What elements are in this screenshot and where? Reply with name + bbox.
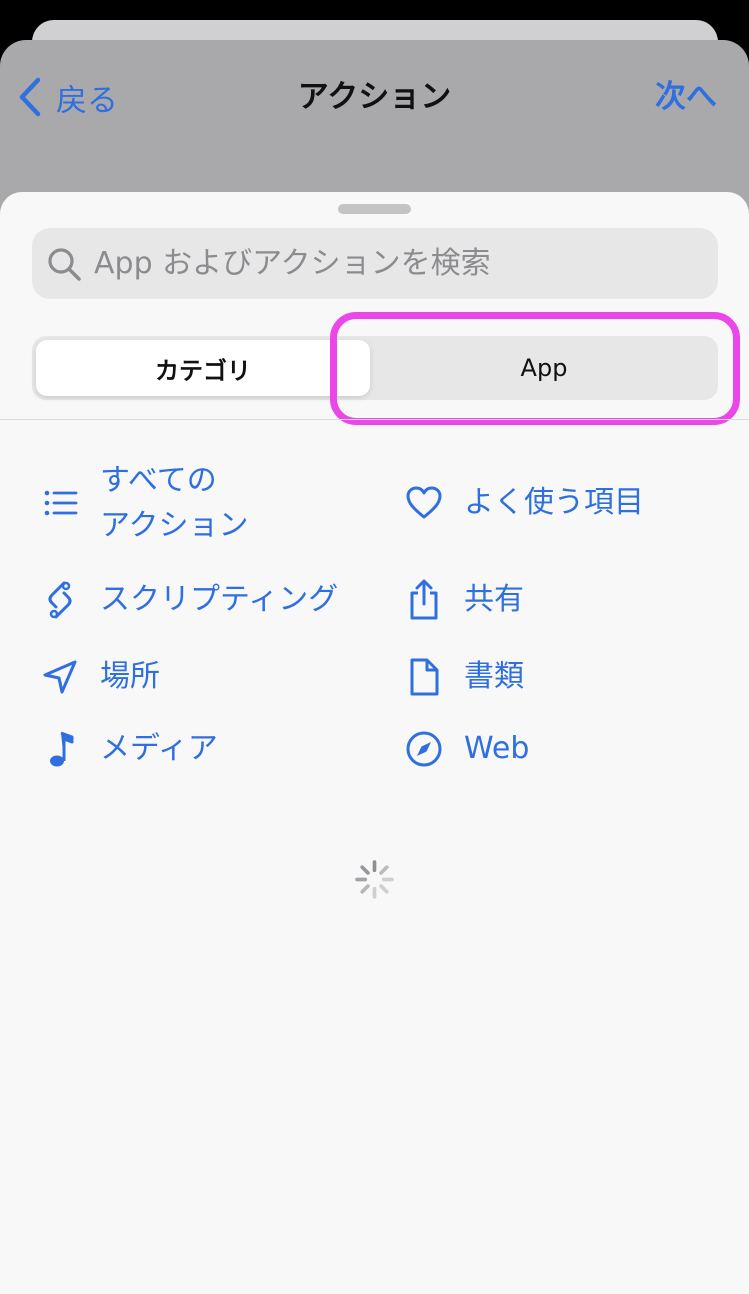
- heart-icon: [404, 483, 444, 523]
- loading-spinner-icon: [355, 860, 394, 899]
- segment-app[interactable]: App: [374, 340, 714, 396]
- search-icon: [48, 247, 81, 281]
- divider: [0, 419, 749, 420]
- category-favorites[interactable]: よく使う項目: [404, 480, 644, 525]
- segment-category[interactable]: カテゴリ: [36, 340, 370, 396]
- list-icon: [40, 483, 80, 523]
- category-label: メディア: [100, 731, 218, 766]
- scripting-icon: [40, 580, 80, 620]
- search-input[interactable]: [94, 246, 694, 281]
- compass-icon: [404, 729, 444, 769]
- category-all-actions[interactable]: すべての アクション: [40, 458, 300, 548]
- page-title: アクション: [297, 79, 452, 115]
- category-media[interactable]: メディア: [40, 726, 218, 771]
- location-arrow-icon: [40, 657, 80, 697]
- category-label: Web: [464, 731, 530, 766]
- category-label: すべての アクション: [100, 463, 249, 543]
- sheet-grabber[interactable]: [338, 204, 411, 214]
- next-button[interactable]: 次へ: [655, 76, 717, 118]
- category-share[interactable]: 共有: [404, 577, 524, 622]
- category-label: 書類: [464, 659, 524, 694]
- category-label: 共有: [464, 582, 524, 617]
- search-bar[interactable]: [32, 228, 718, 299]
- category-label: スクリプティング: [100, 582, 339, 617]
- category-documents[interactable]: 書類: [404, 654, 524, 699]
- document-icon: [404, 657, 444, 697]
- segmented-control: カテゴリ App: [32, 336, 718, 400]
- category-web[interactable]: Web: [404, 726, 529, 771]
- share-icon: [404, 579, 444, 620]
- category-location[interactable]: 場所: [40, 654, 160, 699]
- category-label: 場所: [100, 659, 160, 694]
- music-note-icon: [40, 729, 80, 769]
- category-label: よく使う項目: [464, 485, 644, 520]
- category-scripting[interactable]: スクリプティング: [40, 577, 338, 622]
